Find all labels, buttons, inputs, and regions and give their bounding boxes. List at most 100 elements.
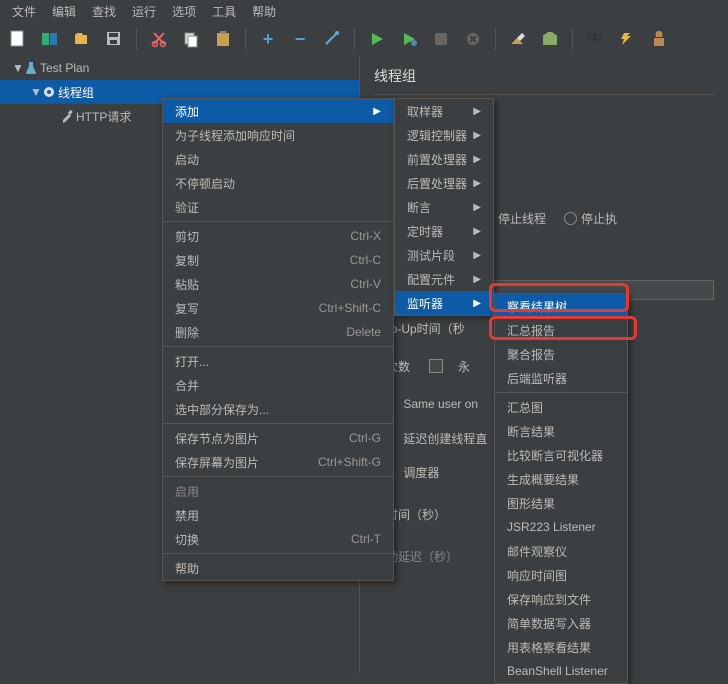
start-icon[interactable] <box>367 29 387 49</box>
menu-separator <box>163 423 393 424</box>
cut-icon[interactable] <box>149 29 169 49</box>
menu-item[interactable]: 添加▶ <box>163 99 393 123</box>
context-menu-main: 添加▶为子线程添加响应时间启动不停顿启动验证剪切Ctrl-X复制Ctrl-C粘贴… <box>162 98 394 581</box>
templates-icon[interactable] <box>40 29 60 49</box>
menu-item[interactable]: 断言结果 <box>495 419 627 443</box>
menu-tools[interactable]: 工具 <box>206 1 242 22</box>
menu-separator <box>163 476 393 477</box>
menu-item[interactable]: 保存响应到文件 <box>495 587 627 611</box>
menu-item-label: 定时器 <box>407 223 443 240</box>
menu-item[interactable]: 为子线程添加响应时间 <box>163 123 393 147</box>
menu-item[interactable]: 保存屏幕为图片Ctrl+Shift-G <box>163 450 393 474</box>
menu-item[interactable]: 后置处理器▶ <box>395 171 493 195</box>
menu-item[interactable]: 监听器▶ <box>395 291 493 315</box>
menu-item[interactable]: 邮件观察仪 <box>495 539 627 563</box>
menu-item[interactable]: 前置处理器 ▶ <box>395 147 493 171</box>
start-no-pause-icon[interactable] <box>399 29 419 49</box>
menu-item[interactable]: 复写Ctrl+Shift-C <box>163 296 393 320</box>
tree-root-label: Test Plan <box>40 61 89 75</box>
menu-item[interactable]: 复制Ctrl-C <box>163 248 393 272</box>
submenu-arrow-icon: ▶ <box>473 178 481 189</box>
menu-item[interactable]: 察看结果树 <box>495 294 627 318</box>
submenu-arrow-icon: ▶ <box>473 106 481 117</box>
menu-item-label: 比较断言可视化器 <box>507 447 603 464</box>
menubar: 文件 编辑 查找 运行 选项 工具 帮助 <box>0 0 728 22</box>
forever-checkbox[interactable] <box>429 359 443 373</box>
menu-run[interactable]: 运行 <box>126 1 162 22</box>
menu-edit[interactable]: 编辑 <box>46 1 82 22</box>
search-icon[interactable] <box>585 29 605 49</box>
menu-item[interactable]: 启动 <box>163 147 393 171</box>
menu-item[interactable]: BeanShell Listener <box>495 659 627 683</box>
menu-item[interactable]: 合并 <box>163 373 393 397</box>
new-icon[interactable] <box>8 29 28 49</box>
menu-item[interactable]: 粘贴Ctrl-V <box>163 272 393 296</box>
menu-item[interactable]: 后端监听器 <box>495 366 627 390</box>
submenu-arrow-icon: ▶ <box>473 202 481 213</box>
menu-item[interactable]: 配置元件▶ <box>395 267 493 291</box>
menu-item[interactable]: 生成概要结果 <box>495 467 627 491</box>
menu-file[interactable]: 文件 <box>6 1 42 22</box>
menu-item[interactable]: 图形结果 <box>495 491 627 515</box>
menu-shortcut: Ctrl-G <box>349 431 381 445</box>
menu-item[interactable]: 汇总报告 <box>495 318 627 342</box>
menu-item[interactable]: 禁用 <box>163 503 393 527</box>
clear-icon[interactable] <box>508 29 528 49</box>
menu-item-label: 保存节点为图片 <box>175 430 259 447</box>
menu-item-label: 监听器 <box>407 295 443 312</box>
reset-search-icon[interactable] <box>617 29 637 49</box>
separator <box>136 28 137 50</box>
radio-stop-test[interactable]: 停止执 <box>564 210 617 227</box>
menu-item[interactable]: 帮助 <box>163 556 393 580</box>
menu-item[interactable]: 启用 <box>163 479 393 503</box>
menu-item-label: 添加 <box>175 103 199 120</box>
save-icon[interactable] <box>104 29 124 49</box>
submenu-arrow-icon: ▶ <box>473 250 481 261</box>
separator <box>495 28 496 50</box>
tree-root[interactable]: ▼ Test Plan <box>0 56 359 80</box>
menu-item[interactable]: 聚合报告 <box>495 342 627 366</box>
menu-item[interactable]: 简单数据写入器 <box>495 611 627 635</box>
submenu-arrow-icon: ▶ <box>473 154 481 165</box>
stop-icon[interactable] <box>431 29 451 49</box>
menu-help[interactable]: 帮助 <box>246 1 282 22</box>
menu-options[interactable]: 选项 <box>166 1 202 22</box>
menu-item-label: 取样器 <box>407 103 443 120</box>
open-icon[interactable] <box>72 29 92 49</box>
menu-item-label: 选中部分保存为... <box>175 401 269 418</box>
menu-item[interactable]: JSR223 Listener <box>495 515 627 539</box>
menu-item[interactable]: 选中部分保存为... <box>163 397 393 421</box>
copy-icon[interactable] <box>181 29 201 49</box>
menu-item-label: 邮件观察仪 <box>507 543 567 560</box>
menu-item[interactable]: 删除Delete <box>163 320 393 344</box>
menu-item[interactable]: 比较断言可视化器 <box>495 443 627 467</box>
menu-item[interactable]: 验证 <box>163 195 393 219</box>
menu-item-label: 用表格察看结果 <box>507 639 591 656</box>
paste-icon[interactable] <box>213 29 233 49</box>
menu-item[interactable]: 不停顿启动 <box>163 171 393 195</box>
menu-item-label: 前置处理器 <box>407 151 467 168</box>
menu-item-label: 断言结果 <box>507 423 555 440</box>
expand-icon[interactable]: + <box>258 29 278 49</box>
separator <box>245 28 246 50</box>
menu-item[interactable]: 用表格察看结果 <box>495 635 627 659</box>
collapse-icon[interactable]: − <box>290 29 310 49</box>
menu-item[interactable]: 剪切Ctrl-X <box>163 224 393 248</box>
menu-item[interactable]: 打开... <box>163 349 393 373</box>
menu-item[interactable]: 切换Ctrl-T <box>163 527 393 551</box>
shutdown-icon[interactable] <box>463 29 483 49</box>
clear-all-icon[interactable] <box>540 29 560 49</box>
menu-item[interactable]: 汇总图 <box>495 395 627 419</box>
menu-item[interactable]: 逻辑控制器▶ <box>395 123 493 147</box>
menu-item[interactable]: 保存节点为图片 Ctrl-G <box>163 426 393 450</box>
menu-item[interactable]: 测试片段▶ <box>395 243 493 267</box>
menu-item[interactable]: 取样器 ▶ <box>395 99 493 123</box>
submenu-arrow-icon: ▶ <box>473 130 481 141</box>
menu-item[interactable]: 定时器▶ <box>395 219 493 243</box>
menu-item[interactable]: 响应时间图 <box>495 563 627 587</box>
menu-search[interactable]: 查找 <box>86 1 122 22</box>
function-helper-icon[interactable] <box>649 29 669 49</box>
menu-item-label: 汇总报告 <box>507 322 555 339</box>
menu-item[interactable]: 断言▶ <box>395 195 493 219</box>
toggle-icon[interactable] <box>322 29 342 49</box>
